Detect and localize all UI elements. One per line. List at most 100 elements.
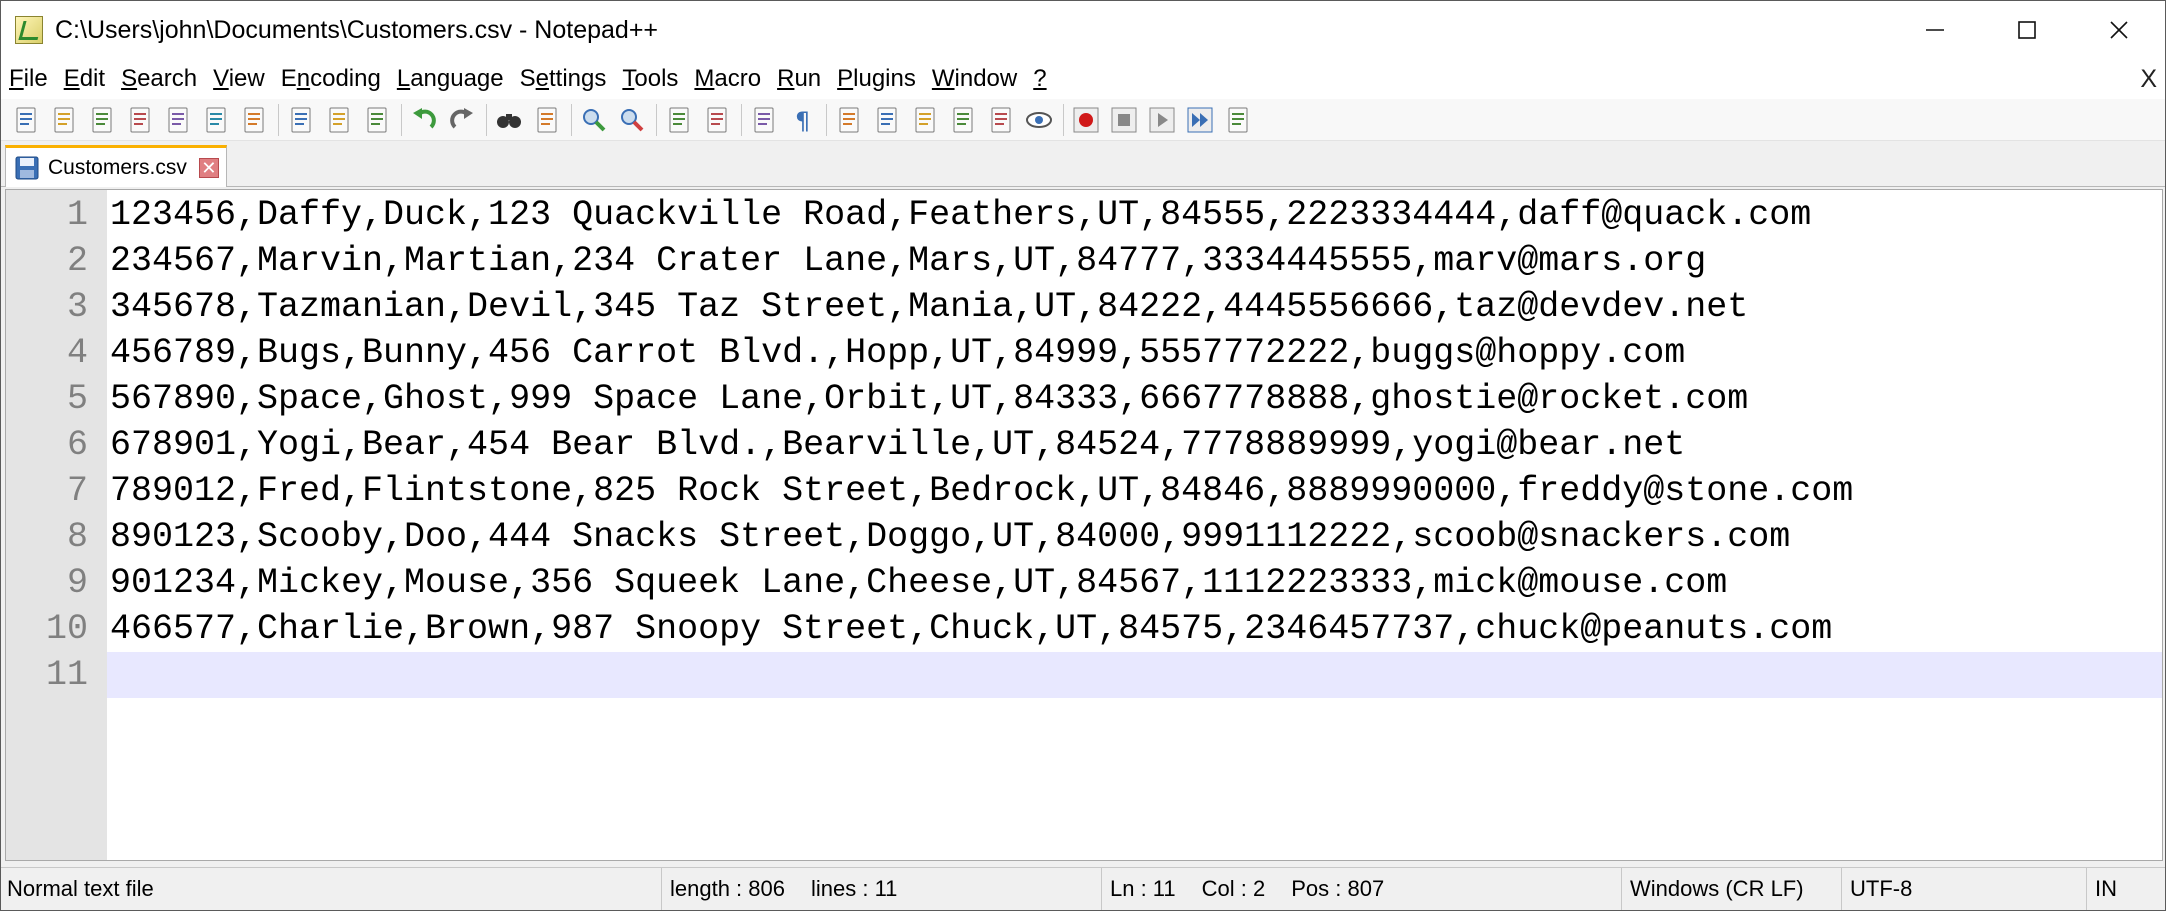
indent-guide-button[interactable] [832, 103, 866, 137]
save-button[interactable] [85, 103, 119, 137]
line-number: 10 [45, 609, 88, 649]
open-file-button[interactable] [47, 103, 81, 137]
menu-search[interactable]: Search [113, 65, 205, 93]
menu-help[interactable]: ? [1025, 65, 1054, 93]
tab-close-icon[interactable]: ✕ [198, 157, 219, 178]
status-insert-mode[interactable]: IN [2086, 868, 2165, 910]
cut-icon [291, 107, 311, 132]
line-text: 456789,Bugs,Bunny,456 Carrot Blvd.,Hopp,… [110, 333, 1686, 373]
find-button[interactable] [492, 103, 526, 137]
toolbar-separator [278, 103, 279, 136]
menu-file[interactable]: File [1, 65, 56, 93]
open-file-icon [54, 107, 74, 132]
close-document-button[interactable]: X [2140, 65, 2157, 94]
menu-view[interactable]: View [205, 65, 273, 93]
new-file-button[interactable] [9, 103, 43, 137]
status-pos: Pos : 807 [1291, 876, 1385, 901]
editor-line[interactable]: 2 234567,Marvin,Martian,234 Crater Lane,M… [6, 238, 2162, 284]
title-bar[interactable]: C:\Users\john\Documents\Customers.csv - … [1, 1, 2165, 59]
close-window-button[interactable] [2073, 1, 2165, 59]
menu-window[interactable]: Window [924, 65, 1025, 93]
close-all-button[interactable] [199, 103, 233, 137]
find-icon [497, 113, 521, 128]
word-wrap-icon [754, 107, 774, 132]
line-number: 2 [66, 241, 88, 281]
sync-horizontal-icon [707, 107, 727, 132]
menu-tools[interactable]: Tools [614, 65, 686, 93]
line-text: 890123,Scooby,Doo,444 Snacks Street,Dogg… [110, 517, 1791, 557]
sync-vertical-button[interactable] [662, 103, 696, 137]
editor-line[interactable]: 9 901234,Mickey,Mouse,356 Squeek Lane,Che… [6, 560, 2162, 606]
redo-button[interactable] [445, 103, 479, 137]
tab-label: Customers.csv [48, 155, 187, 179]
monitoring-button[interactable] [1022, 103, 1056, 137]
line-number: 11 [6, 652, 107, 698]
minimize-button[interactable] [1889, 1, 1981, 59]
notepadpp-window: C:\Users\john\Documents\Customers.csv - … [0, 0, 2166, 911]
editor-line[interactable]: 6 678901,Yogi,Bear,454 Bear Blvd.,Bearvil… [6, 422, 2162, 468]
close-button[interactable] [161, 103, 195, 137]
folder-as-workspace-button[interactable] [984, 103, 1018, 137]
tab-bar: Customers.csv ✕ [1, 141, 2165, 187]
playback-macro-button[interactable] [1145, 103, 1179, 137]
menu-settings[interactable]: Settings [512, 65, 615, 93]
zoom-in-icon [583, 108, 606, 131]
status-bar: Normal text file length : 806 lines : 11 … [1, 867, 2165, 910]
notepadpp-app-icon[interactable] [15, 16, 43, 44]
paste-button[interactable] [360, 103, 394, 137]
close-all-icon [206, 107, 226, 132]
replace-button[interactable] [530, 103, 564, 137]
menu-edit[interactable]: Edit [56, 65, 113, 93]
line-number: 1 [66, 195, 88, 235]
toolbar: ¶ [1, 99, 2165, 141]
function-list-button[interactable] [946, 103, 980, 137]
editor-line[interactable]: 7 789012,Fred,Flintstone,825 Rock Street,… [6, 468, 2162, 514]
run-macro-multiple-button[interactable] [1183, 103, 1217, 137]
status-eol[interactable]: Windows (CR LF) [1621, 868, 1841, 910]
editor-line[interactable]: 1 123456,Daffy,Duck,123 Quackville Road,F… [6, 192, 2162, 238]
line-text: 567890,Space,Ghost,999 Space Lane,Orbit,… [110, 379, 1749, 419]
text-editor[interactable]: 1 123456,Daffy,Duck,123 Quackville Road,F… [5, 189, 2163, 861]
save-macro-button[interactable] [1221, 103, 1255, 137]
editor-line[interactable]: 8 890123,Scooby,Doo,444 Snacks Street,Dog… [6, 514, 2162, 560]
maximize-button[interactable] [1981, 1, 2073, 59]
menu-plugins[interactable]: Plugins [829, 65, 924, 93]
replace-icon [537, 107, 557, 132]
record-macro-button[interactable] [1069, 103, 1103, 137]
user-defined-language-button[interactable] [870, 103, 904, 137]
document-map-button[interactable] [908, 103, 942, 137]
copy-button[interactable] [322, 103, 356, 137]
editor-line[interactable]: 3 345678,Tazmanian,Devil,345 Taz Street,M… [6, 284, 2162, 330]
editor-line[interactable]: 4 456789,Bugs,Bunny,456 Carrot Blvd.,Hopp… [6, 330, 2162, 376]
status-encoding[interactable]: UTF-8 [1841, 868, 2086, 910]
sync-horizontal-button[interactable] [700, 103, 734, 137]
show-all-chars-button[interactable]: ¶ [785, 103, 819, 137]
line-number: 9 [66, 563, 88, 603]
editor-line[interactable]: 5 567890,Space,Ghost,999 Space Lane,Orbit… [6, 376, 2162, 422]
print-button[interactable] [237, 103, 271, 137]
minimize-icon [1926, 29, 1944, 31]
stop-recording-button[interactable] [1107, 103, 1141, 137]
toolbar-separator [1063, 103, 1064, 136]
menu-language[interactable]: Language [389, 65, 512, 93]
menu-run[interactable]: Run [769, 65, 829, 93]
status-length-lines: length : 806 lines : 11 [661, 868, 1101, 910]
toolbar-separator [741, 103, 742, 136]
undo-button[interactable] [407, 103, 441, 137]
editor-line[interactable]: 10 466577,Charlie,Brown,987 Snoopy Street… [6, 606, 2162, 652]
menu-encoding[interactable]: Encoding [273, 65, 389, 93]
cut-button[interactable] [284, 103, 318, 137]
zoom-out-button[interactable] [615, 103, 649, 137]
menu-macro[interactable]: Macro [686, 65, 769, 93]
editor-line-current[interactable]: 11 [6, 652, 2162, 698]
svg-text:¶: ¶ [795, 107, 810, 135]
word-wrap-button[interactable] [747, 103, 781, 137]
line-text: 345678,Tazmanian,Devil,345 Taz Street,Ma… [110, 287, 1749, 327]
toolbar-separator [401, 103, 402, 136]
zoom-in-button[interactable] [577, 103, 611, 137]
save-all-button[interactable] [123, 103, 157, 137]
document-map-icon [915, 107, 935, 132]
print-icon [244, 107, 264, 132]
tab-customers-csv[interactable]: Customers.csv ✕ [5, 145, 227, 187]
line-number: 7 [66, 471, 88, 511]
